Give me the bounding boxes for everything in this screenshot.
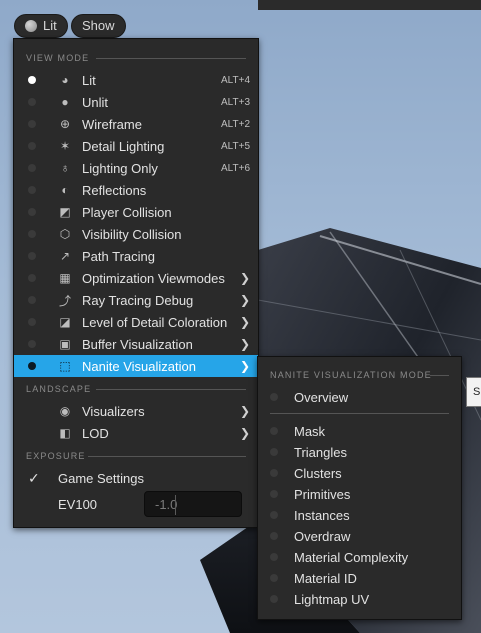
buffer-icon: ▣ <box>59 337 71 351</box>
nanite-item-overdraw[interactable]: Overdraw <box>258 525 461 547</box>
menu-item-path-tracing[interactable]: ↗ Path Tracing <box>14 245 258 267</box>
lit-mode-button[interactable]: Lit <box>14 14 68 38</box>
partial-viewport-button[interactable]: S <box>466 377 481 407</box>
menu-item-optimization-viewmodes[interactable]: ▦ Optimization Viewmodes ❯ <box>14 267 258 289</box>
nanite-item-lightmap-uv[interactable]: Lightmap UV <box>258 588 461 610</box>
menu-item-nanite-visualization[interactable]: ⬚ Nanite Visualization ❯ <box>14 355 258 377</box>
path-tracing-icon: ↗ <box>59 249 71 263</box>
visibility-collision-icon: ⬡ <box>59 227 71 241</box>
radio-icon <box>270 469 278 477</box>
radio-icon <box>28 340 36 348</box>
show-button[interactable]: Show <box>71 14 126 38</box>
menu-item-lod[interactable]: ◧ LOD ❯ <box>14 422 258 444</box>
nanite-item-mask[interactable]: Mask <box>258 420 461 442</box>
section-header-landscape: LANDSCAPE <box>26 384 92 394</box>
radio-icon <box>28 208 36 216</box>
menu-item-ray-tracing-debug[interactable]: ⤴ Ray Tracing Debug ❯ <box>14 289 258 311</box>
radio-icon <box>270 427 278 435</box>
detail-lighting-icon: ✶ <box>59 139 71 153</box>
radio-icon <box>28 230 36 238</box>
chevron-right-icon: ❯ <box>239 426 250 440</box>
view-mode-menu: VIEW MODE ◕ Lit ALT+4 ● Unlit ALT+3 ⊕ Wi… <box>13 38 259 528</box>
lod-coloration-icon: ◪ <box>59 315 71 329</box>
optimization-grid-icon: ▦ <box>59 271 71 285</box>
chevron-right-icon: ❯ <box>239 271 250 285</box>
nanite-item-triangles[interactable]: Triangles <box>258 441 461 463</box>
radio-icon <box>270 393 278 401</box>
menu-item-buffer-visualization[interactable]: ▣ Buffer Visualization ❯ <box>14 333 258 355</box>
nanite-item-overview[interactable]: Overview <box>258 386 461 408</box>
ev100-row: EV100 -1.0 <box>14 491 258 517</box>
radio-icon <box>28 98 36 106</box>
radio-icon <box>28 142 36 150</box>
eye-visualizers-icon: ◉ <box>59 404 71 418</box>
ray-tracing-icon: ⤴ <box>58 293 71 308</box>
section-divider <box>88 456 246 457</box>
submenu-header: NANITE VISUALIZATION MODE <box>270 370 432 380</box>
nanite-visualization-submenu: NANITE VISUALIZATION MODE Overview Mask … <box>257 356 462 620</box>
section-header-view-mode: VIEW MODE <box>26 53 90 63</box>
radio-icon <box>28 164 36 172</box>
chevron-right-icon: ❯ <box>239 315 250 329</box>
radio-icon <box>270 511 278 519</box>
menu-item-unlit[interactable]: ● Unlit ALT+3 <box>14 91 258 113</box>
radio-selected-icon <box>28 76 36 84</box>
nanite-item-material-complexity[interactable]: Material Complexity <box>258 546 461 568</box>
menu-item-game-settings[interactable]: ✓ Game Settings <box>14 467 258 489</box>
nanite-icon: ⬚ <box>59 359 71 373</box>
radio-icon <box>28 274 36 282</box>
radio-icon <box>28 120 36 128</box>
nanite-item-clusters[interactable]: Clusters <box>258 462 461 484</box>
radio-icon <box>28 362 36 370</box>
lod-icon: ◧ <box>59 426 71 440</box>
menu-item-visualizers[interactable]: ◉ Visualizers ❯ <box>14 400 258 422</box>
chevron-right-icon: ❯ <box>239 293 250 307</box>
section-divider <box>96 389 246 390</box>
chevron-right-icon: ❯ <box>239 359 250 373</box>
radio-icon <box>270 574 278 582</box>
chevron-right-icon: ❯ <box>239 404 250 418</box>
checkmark-icon: ✓ <box>28 469 40 486</box>
radio-icon <box>28 186 36 194</box>
nanite-item-primitives[interactable]: Primitives <box>258 483 461 505</box>
radio-icon <box>270 595 278 603</box>
radio-icon <box>28 252 36 260</box>
radio-icon <box>270 448 278 456</box>
radio-icon <box>28 318 36 326</box>
nanite-item-material-id[interactable]: Material ID <box>258 567 461 589</box>
nanite-item-instances[interactable]: Instances <box>258 504 461 526</box>
sphere-unlit-icon: ● <box>61 95 69 109</box>
radio-icon <box>28 296 36 304</box>
menu-item-lighting-only[interactable]: ♁ Lighting Only ALT+6 <box>14 157 258 179</box>
reflections-icon: ◐ <box>61 183 69 197</box>
section-divider <box>96 58 246 59</box>
section-divider <box>270 413 449 414</box>
player-collision-icon: ◩ <box>59 205 71 219</box>
lightbulb-icon: ♁ <box>60 161 70 175</box>
menu-item-lod-coloration[interactable]: ◪ Level of Detail Coloration ❯ <box>14 311 258 333</box>
show-label: Show <box>82 18 115 33</box>
menu-item-lit[interactable]: ◕ Lit ALT+4 <box>14 69 258 91</box>
lit-mode-label: Lit <box>43 18 57 33</box>
section-header-exposure: EXPOSURE <box>26 451 86 461</box>
menu-item-detail-lighting[interactable]: ✶ Detail Lighting ALT+5 <box>14 135 258 157</box>
input-cursor <box>175 495 176 515</box>
section-divider <box>430 375 449 376</box>
chevron-right-icon: ❯ <box>239 337 250 351</box>
radio-icon <box>270 532 278 540</box>
menu-item-player-collision[interactable]: ◩ Player Collision <box>14 201 258 223</box>
menu-item-wireframe[interactable]: ⊕ Wireframe ALT+2 <box>14 113 258 135</box>
ev100-input[interactable]: -1.0 <box>144 491 242 517</box>
ev100-label: EV100 <box>58 496 98 512</box>
menu-item-visibility-collision[interactable]: ⬡ Visibility Collision <box>14 223 258 245</box>
sphere-lit-icon <box>25 20 37 32</box>
menu-item-reflections[interactable]: ◐ Reflections <box>14 179 258 201</box>
wireframe-globe-icon: ⊕ <box>59 117 71 131</box>
radio-icon <box>270 553 278 561</box>
sphere-lit-icon: ◕ <box>61 73 69 87</box>
radio-icon <box>270 490 278 498</box>
